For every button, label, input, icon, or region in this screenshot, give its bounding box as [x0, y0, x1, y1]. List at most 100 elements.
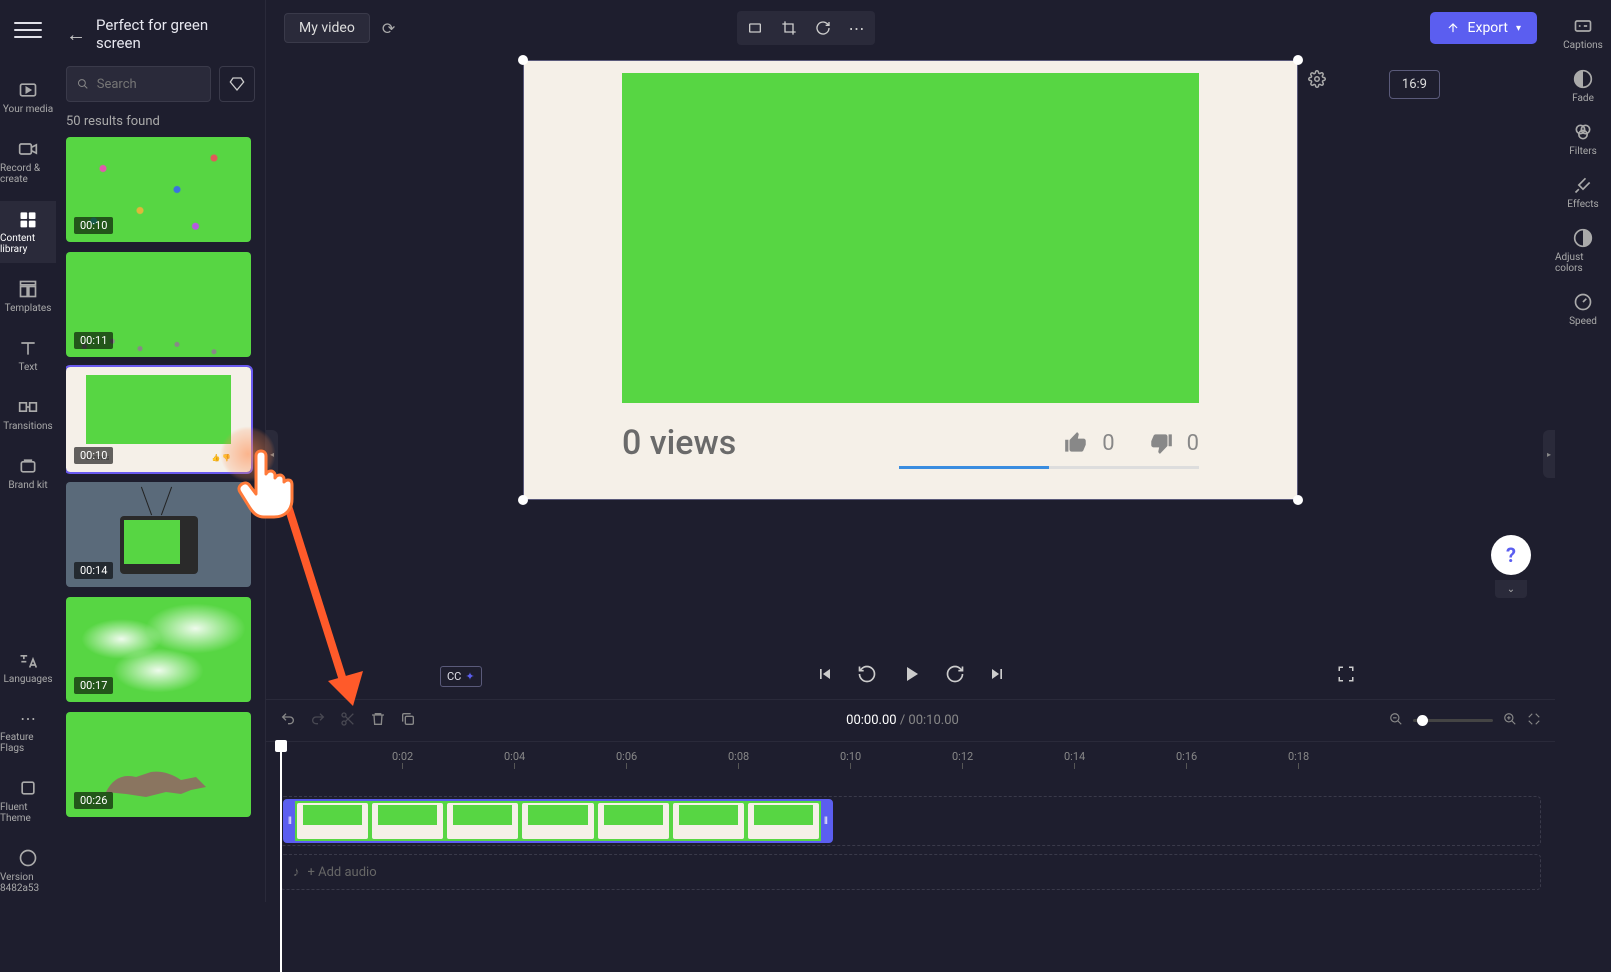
- more-tools-icon[interactable]: ⋯: [843, 15, 871, 41]
- search-input[interactable]: [97, 77, 200, 92]
- rail-speed[interactable]: Speed: [1569, 292, 1597, 327]
- rail-label: Version 8482a53: [0, 872, 56, 894]
- back-arrow[interactable]: ←: [66, 22, 86, 47]
- rail-version[interactable]: Version 8482a53: [0, 840, 56, 902]
- add-audio-label: + Add audio: [308, 865, 377, 880]
- resize-handle[interactable]: [1293, 55, 1303, 65]
- fit-timeline-button[interactable]: [1527, 711, 1541, 730]
- more-icon: ⋯: [20, 709, 36, 728]
- rail-fade[interactable]: Fade: [1572, 69, 1594, 104]
- resize-handle[interactable]: [1293, 495, 1303, 505]
- zoom-slider[interactable]: [1413, 719, 1493, 722]
- clip-frames: [295, 801, 821, 841]
- effects-icon: [1573, 175, 1593, 195]
- duplicate-button[interactable]: [400, 711, 416, 731]
- delete-button[interactable]: [370, 711, 386, 731]
- forward-button[interactable]: [945, 664, 965, 688]
- templates-icon: [18, 279, 38, 299]
- captions-toggle[interactable]: CC✦: [440, 666, 482, 687]
- fullscreen-button[interactable]: [1337, 665, 1355, 687]
- thumbs-down-icon: [1147, 430, 1175, 456]
- undo-button[interactable]: [280, 711, 296, 731]
- speed-icon: [1573, 292, 1593, 312]
- brand-kit-icon: [18, 456, 38, 476]
- green-screen-video: [622, 73, 1199, 403]
- collapse-right-panel[interactable]: ▸: [1543, 430, 1555, 478]
- fade-icon: [1573, 69, 1593, 89]
- result-item[interactable]: 00:17: [66, 597, 251, 702]
- results-list[interactable]: 00:10 00:11 0 views👍 👎 00:10 00:14 00:17…: [66, 137, 255, 902]
- resize-handle[interactable]: [518, 495, 528, 505]
- skip-end-button[interactable]: [987, 664, 1007, 688]
- rail-adjust-colors[interactable]: Adjust colors: [1555, 228, 1611, 274]
- clip-handle-right[interactable]: ‖: [821, 801, 831, 841]
- canvas-settings-icon[interactable]: [1308, 70, 1326, 92]
- rail-your-media[interactable]: Your media: [0, 72, 56, 123]
- zoom-in-button[interactable]: [1503, 711, 1517, 730]
- rail-effects[interactable]: Effects: [1567, 175, 1598, 210]
- rail-label: Adjust colors: [1555, 252, 1611, 274]
- top-bar: My video ⟳ ⋯ Export ▾: [266, 0, 1555, 56]
- rail-text[interactable]: Text: [0, 330, 56, 381]
- rail-languages[interactable]: Languages: [0, 642, 56, 693]
- timeline-ruler[interactable]: 0:02 0:04 0:06 0:08 0:10 0:12 0:14 0:16 …: [266, 742, 1555, 772]
- rail-label: Fluent Theme: [0, 802, 56, 824]
- result-item[interactable]: 00:14: [66, 482, 251, 587]
- panel-title: Perfect for green screen: [96, 16, 255, 52]
- rail-label: Captions: [1563, 40, 1603, 51]
- timeline-section: 00:00.00 / 00:10.00 0:02 0:04 0:06 0:08 …: [266, 699, 1555, 902]
- duration-badge: 00:26: [74, 792, 113, 809]
- collapse-left-panel[interactable]: ◂: [266, 430, 278, 478]
- zoom-thumb[interactable]: [1417, 715, 1428, 726]
- aspect-ratio-badge[interactable]: 16:9: [1389, 70, 1440, 99]
- rail-label: Languages: [4, 674, 53, 685]
- resize-handle[interactable]: [518, 55, 528, 65]
- skip-start-button[interactable]: [815, 664, 835, 688]
- duration-badge: 00:10: [74, 217, 113, 234]
- transitions-icon: [18, 397, 38, 417]
- rail-captions[interactable]: Captions: [1563, 16, 1603, 51]
- crop-icon[interactable]: [775, 15, 803, 41]
- rail-transitions[interactable]: Transitions: [0, 389, 56, 440]
- clip-handle-left[interactable]: ‖: [285, 801, 295, 841]
- rail-brand-kit[interactable]: Brand kit: [0, 448, 56, 499]
- playhead[interactable]: [280, 742, 282, 972]
- result-item-selected[interactable]: 0 views👍 👎 00:10: [66, 367, 251, 472]
- preview-canvas[interactable]: 0 views 0 0: [523, 60, 1298, 500]
- rail-content-library[interactable]: Content library: [0, 201, 56, 263]
- audio-track[interactable]: ♪ + Add audio: [280, 854, 1541, 890]
- hamburger-menu[interactable]: [14, 16, 42, 44]
- rotate-icon[interactable]: [809, 15, 837, 41]
- zoom-out-button[interactable]: [1389, 711, 1403, 730]
- fit-icon[interactable]: [741, 15, 769, 41]
- captions-icon: [1573, 16, 1593, 36]
- duration-badge: 00:10: [74, 447, 113, 464]
- redo-button[interactable]: [310, 711, 326, 731]
- help-chevron[interactable]: ⌄: [1495, 580, 1527, 598]
- video-clip[interactable]: 3D animation of a key green screen video…: [283, 799, 833, 843]
- thumbs-up-icon: [1062, 430, 1090, 456]
- video-track[interactable]: 3D animation of a key green screen video…: [280, 796, 1541, 846]
- languages-icon: [18, 650, 38, 670]
- rewind-button[interactable]: [857, 664, 877, 688]
- rail-templates[interactable]: Templates: [0, 271, 56, 322]
- duration-badge: 00:11: [74, 332, 113, 349]
- play-button[interactable]: [899, 662, 923, 690]
- result-item[interactable]: 00:26: [66, 712, 251, 817]
- rail-feature-flags[interactable]: ⋯ Feature Flags: [0, 701, 56, 762]
- result-item[interactable]: 00:11: [66, 252, 251, 357]
- chevron-down-icon: ▾: [1516, 23, 1521, 34]
- timeline-tracks[interactable]: 3D animation of a key green screen video…: [266, 796, 1555, 902]
- rail-filters[interactable]: Filters: [1569, 122, 1597, 157]
- split-button[interactable]: [340, 711, 356, 731]
- help-button[interactable]: ?: [1491, 535, 1531, 575]
- rail-label: Speed: [1569, 316, 1597, 327]
- premium-filter-button[interactable]: [219, 66, 255, 102]
- rail-record-create[interactable]: Record & create: [0, 131, 56, 193]
- search-box[interactable]: [66, 66, 211, 102]
- refresh-icon[interactable]: ⟳: [382, 19, 395, 38]
- rail-fluent-theme[interactable]: Fluent Theme: [0, 770, 56, 832]
- result-item[interactable]: 00:10: [66, 137, 251, 242]
- video-title-button[interactable]: My video: [284, 13, 370, 43]
- export-button[interactable]: Export ▾: [1430, 12, 1537, 44]
